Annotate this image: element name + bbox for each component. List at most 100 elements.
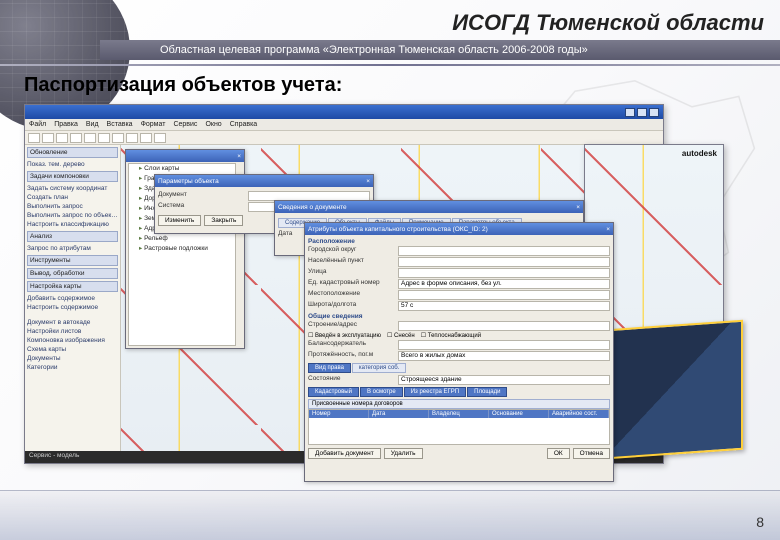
- tab[interactable]: категория соб.: [352, 363, 407, 373]
- menu-item[interactable]: Вид: [86, 121, 99, 128]
- sidebar-header[interactable]: Обновление: [27, 147, 118, 158]
- sidebar-item[interactable]: Категории: [25, 363, 120, 372]
- sidebar-item[interactable]: Выполнить запрос по объектам: [25, 211, 120, 220]
- menu-item[interactable]: Формат: [141, 121, 166, 128]
- toolbar-button[interactable]: [70, 133, 82, 143]
- sidebar-item[interactable]: Выполнить запрос: [25, 202, 120, 211]
- menu-item[interactable]: Справка: [230, 121, 257, 128]
- text-input[interactable]: [398, 340, 610, 350]
- close-button[interactable]: [649, 108, 659, 117]
- tab[interactable]: Площади: [467, 387, 507, 397]
- minimize-button[interactable]: [625, 108, 635, 117]
- toolbar-button[interactable]: [56, 133, 68, 143]
- sidebar-item[interactable]: Документ в автокаде: [25, 318, 120, 327]
- tab[interactable]: В осмотре: [360, 387, 403, 397]
- toolbar-button[interactable]: [126, 133, 138, 143]
- maximize-button[interactable]: [637, 108, 647, 117]
- toolbar-button[interactable]: [42, 133, 54, 143]
- window-titlebar[interactable]: [25, 105, 663, 119]
- subtab-label[interactable]: Присвоенные номера договоров: [308, 399, 610, 409]
- building-footprint[interactable]: [593, 320, 743, 460]
- menu-item[interactable]: Файл: [29, 121, 46, 128]
- checkbox[interactable]: ☐ Введён в эксплуатацию: [308, 332, 381, 339]
- attributes-panel[interactable]: Атрибуты объекта капитального строительс…: [304, 222, 614, 482]
- close-icon[interactable]: ×: [237, 153, 241, 160]
- toolbar-button[interactable]: [98, 133, 110, 143]
- close-icon[interactable]: ×: [366, 178, 370, 185]
- sidebar-header[interactable]: Настройка карты: [27, 281, 118, 292]
- text-input[interactable]: [398, 257, 610, 267]
- menu-item[interactable]: Окно: [205, 121, 221, 128]
- menu-item[interactable]: Вставка: [107, 121, 133, 128]
- sidebar-item[interactable]: Создать план: [25, 193, 120, 202]
- tree-node[interactable]: Рельеф: [129, 234, 235, 244]
- close-icon[interactable]: ×: [576, 204, 580, 211]
- text-input[interactable]: [398, 321, 610, 331]
- toolbar-button[interactable]: [112, 133, 124, 143]
- slide-number: 8: [756, 514, 764, 530]
- field-label: Местоположение: [308, 290, 398, 300]
- text-input[interactable]: Всего в жилых домах: [398, 351, 610, 361]
- grid-col-header[interactable]: Владелец: [429, 410, 489, 418]
- section-header: Расположение: [308, 238, 610, 245]
- panel-titlebar[interactable]: Сведения о документе ×: [275, 201, 583, 213]
- sidebar-item[interactable]: Показ. тем. дерево: [25, 160, 120, 169]
- panel-titlebar[interactable]: Атрибуты объекта капитального строительс…: [305, 223, 613, 235]
- toolbar-button[interactable]: [154, 133, 166, 143]
- sidebar-header[interactable]: Вывод, обработки: [27, 268, 118, 279]
- grid-col-header[interactable]: Дата: [369, 410, 429, 418]
- ok-button[interactable]: ОК: [547, 448, 570, 459]
- tab[interactable]: Вид права: [308, 363, 351, 373]
- panel-titlebar[interactable]: ×: [126, 150, 244, 162]
- close-icon[interactable]: ×: [606, 226, 610, 233]
- tab[interactable]: Из реестра ЕГРП: [404, 387, 466, 397]
- tab-strip[interactable]: Кадастровый В осмотре Из реестра ЕГРП Пл…: [308, 387, 610, 397]
- checkbox[interactable]: ☐ Снесён: [387, 332, 415, 339]
- checkbox[interactable]: ☐ Теплоснабжающий: [421, 332, 481, 339]
- field-label: Система: [158, 202, 248, 212]
- add-document-button[interactable]: Добавить документ: [308, 448, 381, 459]
- panel-title: Атрибуты объекта капитального строительс…: [308, 226, 488, 233]
- sidebar-item[interactable]: Настроить содержимое: [25, 303, 120, 312]
- cancel-button[interactable]: Отмена: [573, 448, 610, 459]
- menu-item[interactable]: Сервис: [173, 121, 197, 128]
- panel-titlebar[interactable]: Параметры объекта ×: [155, 175, 373, 187]
- text-input[interactable]: 57 с: [398, 301, 610, 311]
- menu-bar[interactable]: Файл Правка Вид Вставка Формат Сервис Ок…: [25, 119, 663, 131]
- sidebar-header[interactable]: Анализ: [27, 231, 118, 242]
- text-input[interactable]: Адрес в форме описания, без ул.: [398, 279, 610, 289]
- sidebar-header[interactable]: Задачи компоновки: [27, 171, 118, 182]
- menu-item[interactable]: Правка: [54, 121, 78, 128]
- task-sidebar[interactable]: Обновление Показ. тем. дерево Задачи ком…: [25, 145, 121, 463]
- grid-col-header[interactable]: Аварийное сост.: [549, 410, 609, 418]
- sidebar-header[interactable]: Инструменты: [27, 255, 118, 266]
- section-header: Общие сведения: [308, 313, 610, 320]
- sidebar-item[interactable]: Настроить классификацию: [25, 220, 120, 229]
- sidebar-item[interactable]: Добавить содержимое: [25, 294, 120, 303]
- sidebar-item[interactable]: Настройки листов: [25, 327, 120, 336]
- sidebar-item[interactable]: Задать систему координат: [25, 184, 120, 193]
- tab[interactable]: Кадастровый: [308, 387, 359, 397]
- tab-strip[interactable]: Вид права категория соб.: [308, 363, 610, 373]
- text-input[interactable]: [398, 268, 610, 278]
- toolbar-button[interactable]: [28, 133, 40, 143]
- close-button[interactable]: Закрыть: [204, 215, 243, 226]
- text-input[interactable]: [398, 246, 610, 256]
- edit-button[interactable]: Изменить: [158, 215, 201, 226]
- sidebar-item[interactable]: Запрос по атрибутам: [25, 244, 120, 253]
- grid-col-header[interactable]: Номер: [309, 410, 369, 418]
- text-input[interactable]: [398, 290, 610, 300]
- grid-col-header[interactable]: Основание: [489, 410, 549, 418]
- tree-node[interactable]: Растровые подложки: [129, 244, 235, 254]
- toolbar-button[interactable]: [140, 133, 152, 143]
- sidebar-item[interactable]: Схема карты: [25, 345, 120, 354]
- delete-button[interactable]: Удалить: [384, 448, 423, 459]
- select-input[interactable]: Строящееся здание: [398, 375, 610, 385]
- sidebar-item[interactable]: Компоновка изображения: [25, 336, 120, 345]
- tree-node[interactable]: Слои карты: [129, 164, 235, 174]
- main-toolbar[interactable]: [25, 131, 663, 145]
- field-label: Ед. кадастровый номер: [308, 279, 398, 289]
- sidebar-item[interactable]: Документы: [25, 354, 120, 363]
- toolbar-button[interactable]: [84, 133, 96, 143]
- data-grid[interactable]: Номер Дата Владелец Основание Аварийное …: [308, 409, 610, 445]
